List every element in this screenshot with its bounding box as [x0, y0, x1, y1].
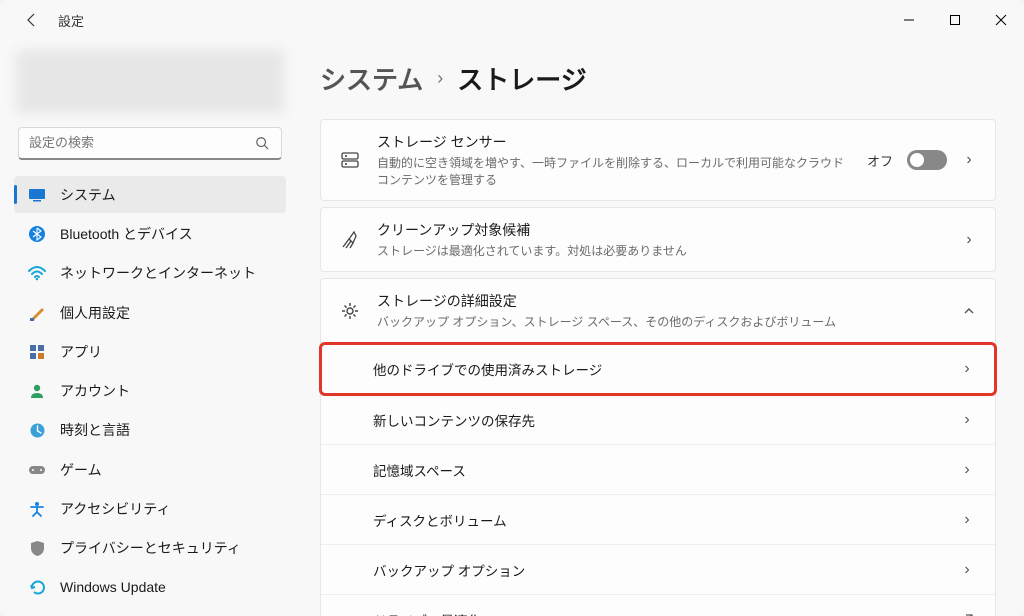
toggle-label: オフ	[867, 151, 893, 170]
sidebar-item-label: ゲーム	[60, 460, 102, 480]
subrow-label: ドライブの最適化	[373, 610, 481, 616]
subrow-label: バックアップ オプション	[373, 560, 525, 580]
row-title: クリーンアップ対象候補	[377, 220, 945, 240]
subrow-optimize-drives[interactable]: ドライブの最適化	[321, 594, 995, 616]
chevron-right-icon: ›	[959, 461, 975, 479]
storage-sense-row[interactable]: ストレージ センサー 自動的に空き領域を増やす、一時ファイルを削除する、ローカル…	[320, 119, 996, 201]
subrow-label: 新しいコンテンツの保存先	[373, 410, 535, 430]
chevron-right-icon: ›	[959, 360, 975, 378]
gamepad-icon	[28, 461, 46, 479]
sidebar-item-label: アクセシビリティ	[60, 499, 170, 519]
sidebar-item-label: アプリ	[60, 342, 102, 362]
wifi-icon	[28, 264, 46, 282]
sidebar-item-label: アカウント	[60, 381, 130, 401]
sidebar-item-bluetooth[interactable]: Bluetooth とデバイス	[14, 215, 286, 252]
sidebar-item-system[interactable]: システム	[14, 176, 286, 213]
sidebar-item-label: Bluetooth とデバイス	[60, 224, 193, 244]
storage-icon	[339, 149, 361, 171]
breadcrumb-parent[interactable]: システム	[320, 60, 423, 97]
shield-icon	[28, 539, 46, 557]
sidebar-item-label: 個人用設定	[60, 303, 130, 323]
update-icon	[28, 578, 46, 596]
sidebar-item-label: ネットワークとインターネット	[60, 263, 256, 283]
search-icon	[253, 134, 271, 152]
accessibility-icon	[28, 500, 46, 518]
sidebar-item-privacy[interactable]: プライバシーとセキュリティ	[14, 530, 286, 567]
minimize-button[interactable]	[886, 4, 932, 36]
settings-window: 設定 システム Bluetooth とデバイス ネットワーク	[0, 0, 1024, 616]
sidebar-item-label: Windows Update	[60, 579, 166, 595]
sidebar-item-label: システム	[60, 185, 116, 205]
bluetooth-icon	[28, 225, 46, 243]
row-subtitle: ストレージは最適化されています。対処は必要ありません	[377, 242, 945, 259]
storage-sense-toggle[interactable]	[907, 150, 947, 170]
gear-icon	[339, 300, 361, 322]
row-title: ストレージの詳細設定	[377, 291, 945, 311]
titlebar: 設定	[0, 0, 1024, 40]
breadcrumb: システム › ストレージ	[320, 60, 996, 97]
sidebar: システム Bluetooth とデバイス ネットワークとインターネット 個人用設…	[0, 40, 300, 616]
external-link-icon	[959, 613, 975, 616]
row-title: ストレージ センサー	[377, 132, 851, 152]
subrow-label: 他のドライブでの使用済みストレージ	[373, 359, 602, 379]
advanced-storage-header[interactable]: ストレージの詳細設定 バックアップ オプション、ストレージ スペース、その他のデ…	[321, 279, 995, 342]
subrow-disks-volumes[interactable]: ディスクとボリューム ›	[321, 494, 995, 544]
person-icon	[28, 382, 46, 400]
sidebar-item-network[interactable]: ネットワークとインターネット	[14, 255, 286, 292]
sidebar-item-time-language[interactable]: 時刻と言語	[14, 412, 286, 449]
search-box[interactable]	[18, 127, 282, 160]
breadcrumb-current: ストレージ	[457, 60, 586, 97]
main-content: システム › ストレージ ストレージ センサー 自動的に空き領域を増やす、一時フ…	[300, 40, 1024, 616]
chevron-right-icon: ›	[959, 411, 975, 429]
subrow-label: ディスクとボリューム	[373, 510, 507, 530]
globe-clock-icon	[28, 421, 46, 439]
advanced-storage-card: ストレージの詳細設定 バックアップ オプション、ストレージ スペース、その他のデ…	[320, 278, 996, 616]
broom-icon	[339, 229, 361, 251]
row-subtitle: 自動的に空き領域を増やす、一時ファイルを削除する、ローカルで利用可能なクラウド …	[377, 154, 851, 188]
chevron-right-icon: ›	[961, 231, 977, 249]
sidebar-item-apps[interactable]: アプリ	[14, 333, 286, 370]
sidebar-item-accessibility[interactable]: アクセシビリティ	[14, 490, 286, 527]
sidebar-item-personalization[interactable]: 個人用設定	[14, 294, 286, 331]
profile-area[interactable]	[16, 50, 284, 113]
sidebar-item-accounts[interactable]: アカウント	[14, 372, 286, 409]
close-button[interactable]	[978, 4, 1024, 36]
subrow-backup-options[interactable]: バックアップ オプション ›	[321, 544, 995, 594]
chevron-up-icon	[961, 304, 977, 318]
sidebar-item-label: プライバシーとセキュリティ	[60, 538, 241, 558]
subrow-new-content[interactable]: 新しいコンテンツの保存先 ›	[321, 394, 995, 444]
advanced-subitems: 他のドライブでの使用済みストレージ › 新しいコンテンツの保存先 › 記憶域スペ…	[321, 344, 995, 616]
window-controls	[886, 4, 1024, 36]
subrow-storage-spaces[interactable]: 記憶域スペース ›	[321, 444, 995, 494]
cleanup-row[interactable]: クリーンアップ対象候補 ストレージは最適化されています。対処は必要ありません ›	[320, 207, 996, 272]
search-input[interactable]	[29, 135, 253, 150]
apps-icon	[28, 343, 46, 361]
maximize-button[interactable]	[932, 4, 978, 36]
sidebar-item-gaming[interactable]: ゲーム	[14, 451, 286, 488]
system-icon	[28, 186, 46, 204]
subrow-label: 記憶域スペース	[373, 460, 466, 480]
subrow-other-drives[interactable]: 他のドライブでの使用済みストレージ ›	[321, 344, 995, 394]
chevron-right-icon: ›	[959, 511, 975, 529]
sidebar-item-label: 時刻と言語	[60, 420, 130, 440]
sidebar-item-windows-update[interactable]: Windows Update	[14, 569, 286, 606]
brush-icon	[28, 304, 46, 322]
chevron-right-icon: ›	[961, 151, 977, 169]
row-subtitle: バックアップ オプション、ストレージ スペース、その他のディスクおよびボリューム	[377, 313, 945, 330]
window-title: 設定	[58, 11, 84, 30]
chevron-right-icon: ›	[959, 561, 975, 579]
chevron-right-icon: ›	[437, 68, 443, 89]
back-button[interactable]	[14, 2, 50, 38]
